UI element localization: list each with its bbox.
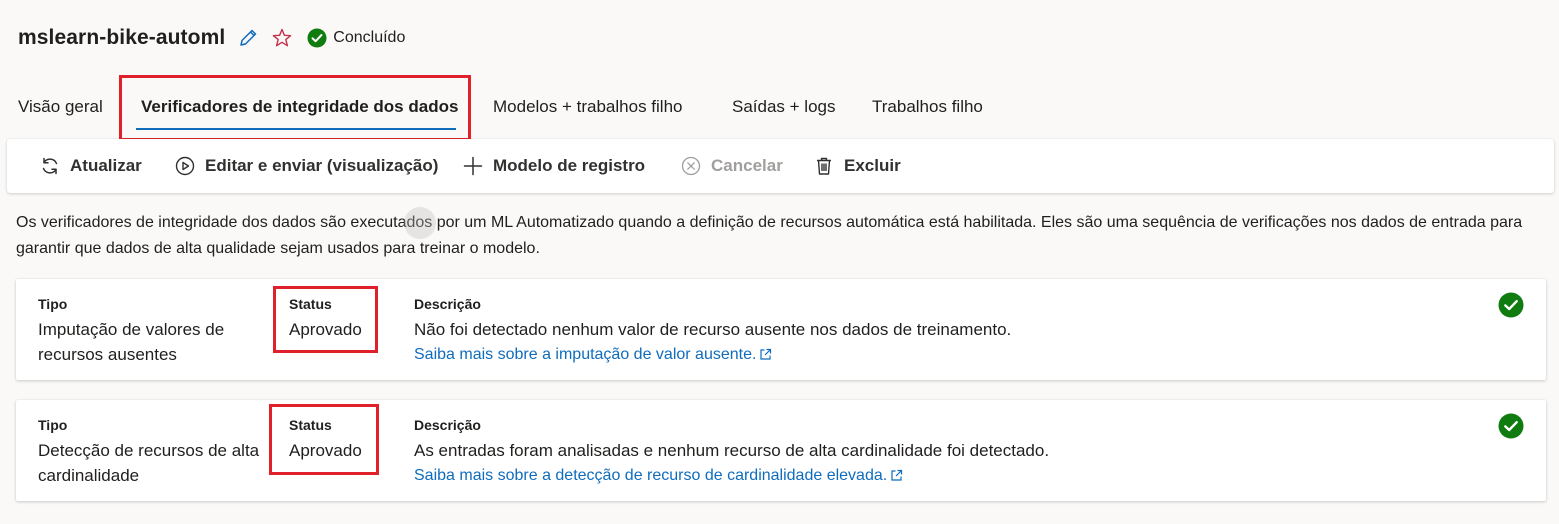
description-value: As entradas foram analisadas e nenhum re… <box>414 441 1050 460</box>
check-circle-icon <box>1498 413 1524 444</box>
register-model-label: Modelo de registro <box>493 156 646 175</box>
learn-more-link[interactable]: Saiba mais sobre a imputação de valor au… <box>414 342 772 367</box>
active-tab-indicator <box>136 128 456 130</box>
guardrails-description: Os verificadores de integridade dos dado… <box>16 214 1523 257</box>
delete-button[interactable]: Excluir <box>813 139 901 193</box>
type-value: Detecção de recursos de alta cardinalida… <box>38 441 260 485</box>
tab-models-child-jobs[interactable]: Modelos + trabalhos filho <box>493 84 682 130</box>
star-icon[interactable] <box>271 27 293 49</box>
learn-more-label: Saiba mais sobre a imputação de valor au… <box>414 346 757 363</box>
command-bar: Atualizar Editar e enviar (visualização)… <box>7 139 1554 193</box>
tab-bar: Visão geral Verificadores de integridade… <box>0 84 1559 132</box>
type-header: Tipo <box>38 417 68 433</box>
type-column: Tipo Detecção de recursos de alta cardin… <box>38 416 274 488</box>
status-column: Status Aprovado <box>289 295 362 342</box>
guardrail-card: Tipo Imputação de valores de recursos au… <box>16 279 1546 380</box>
refresh-label: Atualizar <box>70 156 142 175</box>
status-column: Status Aprovado <box>289 416 362 463</box>
cancel-button[interactable]: Cancelar <box>680 139 783 193</box>
tab-child-jobs[interactable]: Trabalhos filho <box>872 84 983 130</box>
page-header: mslearn-bike-automl Concluído <box>18 22 405 54</box>
run-status: Concluído <box>307 28 405 48</box>
status-header: Status <box>289 417 332 433</box>
description-header: Descrição <box>414 417 481 433</box>
guardrail-card: Tipo Detecção de recursos de alta cardin… <box>16 400 1546 501</box>
edit-submit-label: Editar e enviar (visualização) <box>205 156 439 175</box>
tab-data-guardrails[interactable]: Verificadores de integridade dos dados <box>141 84 458 130</box>
learn-more-link[interactable]: Saiba mais sobre a detecção de recurso d… <box>414 463 903 488</box>
description-column: Descrição As entradas foram analisadas e… <box>414 416 1414 488</box>
external-link-icon <box>890 469 903 482</box>
status-header: Status <box>289 296 332 312</box>
check-circle-icon <box>1498 292 1524 323</box>
pencil-icon[interactable] <box>237 27 259 49</box>
type-header: Tipo <box>38 296 68 312</box>
register-model-button[interactable]: Modelo de registro <box>462 139 645 193</box>
status-value: Aprovado <box>289 441 362 460</box>
description-value: Não foi detectado nenhum valor de recurs… <box>414 320 1012 339</box>
refresh-button[interactable]: Atualizar <box>39 139 142 193</box>
type-column: Tipo Imputação de valores de recursos au… <box>38 295 274 367</box>
page-title: mslearn-bike-automl <box>18 26 226 49</box>
cancel-circle-icon <box>680 155 702 177</box>
refresh-icon <box>39 155 61 177</box>
status-label: Concluído <box>333 29 406 46</box>
tab-outputs-logs[interactable]: Saídas + logs <box>732 84 836 130</box>
edit-submit-button[interactable]: Editar e enviar (visualização) <box>174 139 438 193</box>
status-value: Aprovado <box>289 320 362 339</box>
check-circle-icon <box>307 28 327 48</box>
learn-more-label: Saiba mais sobre a detecção de recurso d… <box>414 467 888 484</box>
description-header: Descrição <box>414 296 481 312</box>
plus-icon <box>462 155 484 177</box>
trash-icon <box>813 155 835 177</box>
description-column: Descrição Não foi detectado nenhum valor… <box>414 295 1414 367</box>
delete-label: Excluir <box>844 156 901 175</box>
type-value: Imputação de valores de recursos ausente… <box>38 320 225 364</box>
tab-overview[interactable]: Visão geral <box>18 84 103 130</box>
cancel-label: Cancelar <box>711 156 783 175</box>
external-link-icon <box>759 348 772 361</box>
play-circle-icon <box>174 155 196 177</box>
